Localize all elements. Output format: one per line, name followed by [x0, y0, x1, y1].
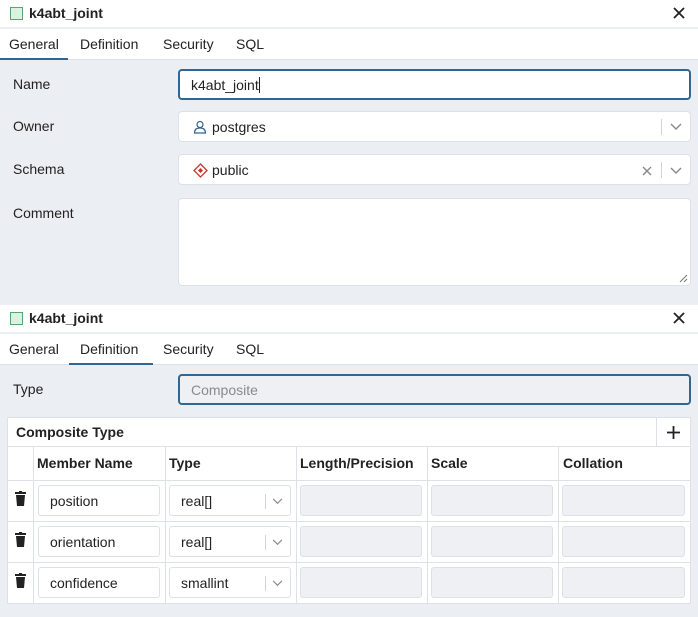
trash-icon[interactable]	[14, 532, 27, 547]
clear-icon[interactable]	[642, 166, 652, 176]
table-row: position real[]	[8, 481, 690, 522]
name-value: k4abt_joint	[191, 77, 259, 93]
grid-title: Composite Type	[16, 424, 124, 440]
collation-select	[562, 526, 685, 557]
column-type: Type	[169, 455, 201, 471]
table-row: orientation real[]	[8, 522, 690, 563]
owner-label: Owner	[13, 118, 55, 134]
name-input[interactable]: k4abt_joint	[178, 69, 691, 100]
column-collation: Collation	[563, 455, 623, 471]
dialog-title: k4abt_joint	[29, 310, 103, 326]
chevron-down-icon[interactable]	[272, 498, 283, 505]
close-icon[interactable]	[670, 309, 688, 327]
name-label: Name	[13, 76, 51, 92]
select-separator	[265, 576, 266, 591]
schema-select[interactable]: public	[178, 154, 691, 185]
scale-input	[431, 526, 553, 557]
column-scale: Scale	[431, 455, 468, 471]
member-type-value: real[]	[181, 493, 213, 509]
scale-input	[431, 485, 553, 516]
length-precision-input	[300, 485, 422, 516]
type-input[interactable]: Composite	[178, 374, 691, 405]
composite-type-grid: Composite Type Member Name Type Length/P…	[7, 417, 691, 604]
column-member-name: Member Name	[37, 455, 133, 471]
member-type-value: real[]	[181, 534, 213, 550]
user-icon	[193, 120, 207, 134]
owner-value: postgres	[212, 119, 266, 135]
active-tab-indicator	[0, 58, 68, 60]
tab-general[interactable]: General	[9, 36, 59, 52]
member-type-select[interactable]: smallint	[169, 567, 291, 598]
collation-select	[562, 567, 685, 598]
length-precision-input	[300, 567, 422, 598]
schema-label: Schema	[13, 161, 65, 177]
owner-select[interactable]: postgres	[178, 111, 691, 142]
tab-definition[interactable]: Definition	[80, 341, 138, 357]
type-label: Type	[13, 381, 44, 397]
tab-definition[interactable]: Definition	[80, 36, 138, 52]
dialog-titlebar: k4abt_joint	[0, 305, 698, 332]
type-object-icon	[10, 312, 23, 325]
chevron-down-icon[interactable]	[670, 167, 682, 175]
member-name-value: confidence	[50, 575, 118, 591]
plus-icon	[667, 426, 680, 439]
member-type-select[interactable]: real[]	[169, 526, 291, 557]
chevron-down-icon[interactable]	[272, 539, 283, 546]
select-separator	[661, 119, 662, 135]
select-separator	[661, 162, 662, 178]
resize-handle-icon[interactable]	[679, 274, 688, 283]
schema-icon	[193, 163, 208, 178]
tab-security[interactable]: Security	[163, 36, 214, 52]
dialog-title: k4abt_joint	[29, 5, 103, 21]
chevron-down-icon[interactable]	[670, 123, 682, 131]
schema-value: public	[212, 162, 249, 178]
member-type-select[interactable]: real[]	[169, 485, 291, 516]
scale-input	[431, 567, 553, 598]
grid-header: Composite Type	[8, 418, 690, 447]
chevron-down-icon[interactable]	[272, 580, 283, 587]
tab-bar: General Definition Security SQL	[0, 29, 698, 60]
trash-icon[interactable]	[14, 573, 27, 588]
text-caret	[258, 77, 260, 93]
member-name-value: orientation	[50, 534, 116, 550]
select-separator	[265, 535, 266, 550]
member-name-input[interactable]: confidence	[38, 567, 160, 598]
member-name-input[interactable]: orientation	[38, 526, 160, 557]
table-row: confidence smallint	[8, 563, 690, 604]
tab-sql[interactable]: SQL	[236, 36, 264, 52]
add-row-button[interactable]	[656, 418, 690, 447]
close-icon[interactable]	[670, 4, 688, 22]
comment-label: Comment	[13, 205, 74, 221]
column-header-row: Member Name Type Length/Precision Scale …	[8, 447, 690, 481]
member-name-input[interactable]: position	[38, 485, 160, 516]
member-type-value: smallint	[181, 575, 229, 591]
tab-general[interactable]: General	[9, 341, 59, 357]
length-precision-input	[300, 526, 422, 557]
trash-icon[interactable]	[14, 491, 27, 506]
type-dialog-general: k4abt_joint General Definition Security …	[0, 0, 698, 298]
type-placeholder: Composite	[191, 382, 258, 398]
column-length-precision: Length/Precision	[300, 455, 414, 471]
tab-bar: General Definition Security SQL	[0, 334, 698, 365]
tab-security[interactable]: Security	[163, 341, 214, 357]
dialog-titlebar: k4abt_joint	[0, 0, 698, 27]
active-tab-indicator	[69, 363, 153, 365]
tab-sql[interactable]: SQL	[236, 341, 264, 357]
select-separator	[265, 494, 266, 509]
member-name-value: position	[50, 493, 99, 509]
type-object-icon	[10, 7, 23, 20]
collation-select	[562, 485, 685, 516]
comment-textarea[interactable]	[178, 198, 691, 286]
